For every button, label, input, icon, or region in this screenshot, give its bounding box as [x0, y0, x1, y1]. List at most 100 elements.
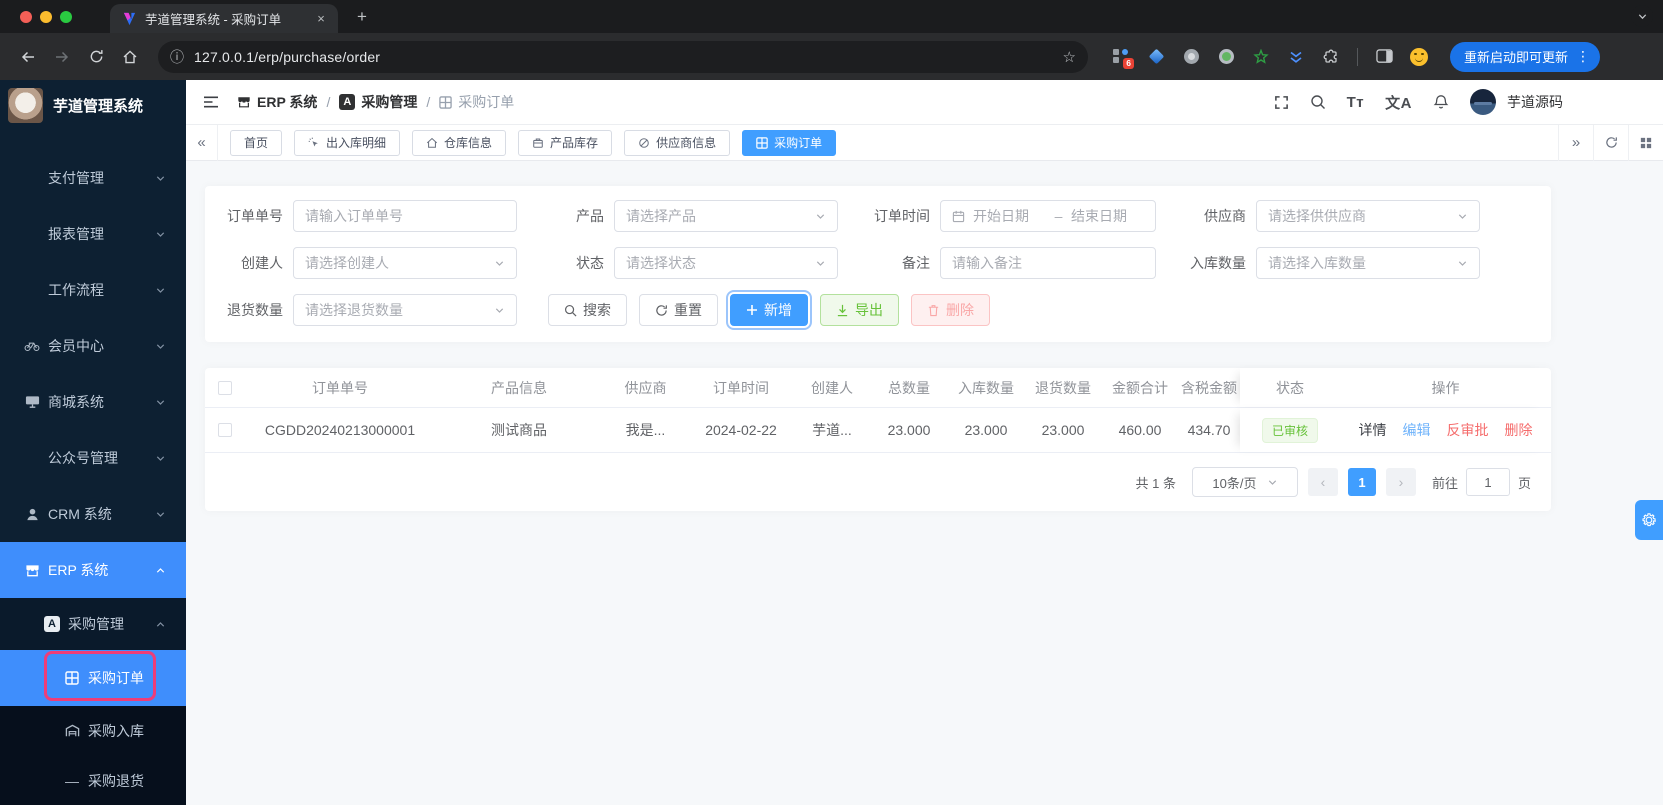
extension-star-icon[interactable]	[1252, 48, 1270, 66]
tab-stock-record[interactable]: 出入库明细	[294, 130, 400, 156]
extensions-puzzle-icon[interactable]	[1322, 48, 1340, 66]
extension-with-badge-icon[interactable]: 6	[1112, 48, 1130, 66]
extension-chevrons-icon[interactable]	[1287, 48, 1305, 66]
sidebar-item-erp[interactable]: ERP 系统	[0, 542, 186, 598]
tab-product-stock[interactable]: 产品库存	[518, 130, 612, 156]
layout-grid-icon[interactable]	[1628, 125, 1663, 161]
site-info-icon[interactable]: ⓘ	[170, 47, 184, 67]
sidebar-item-purchase-in[interactable]: 采购入库	[0, 706, 186, 756]
chrome-update-button[interactable]: 重新启动即可更新 ⋮	[1450, 42, 1600, 72]
bell-icon[interactable]	[1433, 94, 1449, 110]
tab-close-icon[interactable]: ×	[312, 10, 330, 28]
order-no-input[interactable]	[293, 200, 517, 232]
grid-icon	[439, 96, 452, 109]
tab-supplier[interactable]: 供应商信息	[624, 130, 730, 156]
detail-link[interactable]: 详情	[1359, 420, 1387, 440]
start-date-placeholder[interactable]: 开始日期	[973, 206, 1046, 226]
breadcrumb-purchase[interactable]: A 采购管理	[339, 92, 417, 112]
url-text[interactable]: 127.0.0.1/erp/purchase/order	[194, 49, 1063, 65]
font-size-icon[interactable]: Tт	[1347, 94, 1365, 111]
prev-page-icon[interactable]: ‹	[1308, 468, 1338, 496]
supplier-select[interactable]: 请选择供供应商	[1256, 200, 1480, 232]
sidebar-item-report[interactable]: 报表管理	[0, 206, 186, 262]
export-button[interactable]: 导出	[820, 294, 899, 326]
sidebar-item-member[interactable]: 会员中心	[0, 318, 186, 374]
remark-input[interactable]	[940, 247, 1156, 279]
window-minimize-button[interactable]	[40, 11, 52, 23]
page-number-active[interactable]: 1	[1348, 468, 1376, 496]
window-zoom-button[interactable]	[60, 11, 72, 23]
sidebar-item-mall[interactable]: 商城系统	[0, 374, 186, 430]
window-close-button[interactable]	[20, 11, 32, 23]
search-button[interactable]: 搜索	[548, 294, 627, 326]
search-icon[interactable]	[1310, 94, 1326, 110]
tab-home[interactable]: 首页	[230, 130, 282, 156]
tags-scroll-right-icon[interactable]: »	[1558, 125, 1593, 161]
tab-purchase-order[interactable]: 采购订单	[742, 130, 836, 156]
filter-label-remark: 备注	[848, 253, 930, 273]
add-button[interactable]: 新增	[730, 294, 808, 326]
profile-emoji-icon[interactable]	[1410, 48, 1428, 66]
user-avatar[interactable]	[1470, 89, 1496, 115]
chrome-menu-icon[interactable]: ⋮	[1576, 48, 1590, 65]
row-checkbox[interactable]	[218, 423, 232, 437]
order-time-range-picker[interactable]: 开始日期 – 结束日期	[940, 200, 1156, 232]
forward-icon[interactable]	[48, 43, 76, 71]
collapse-menu-icon[interactable]	[203, 95, 219, 109]
bookmark-star-icon[interactable]: ☆	[1063, 48, 1076, 66]
breadcrumb-erp[interactable]: ERP 系统	[237, 92, 317, 112]
sidebar-item-mp[interactable]: 公众号管理	[0, 430, 186, 486]
sidebar-logo-row[interactable]: 芋道管理系统	[0, 80, 186, 130]
extension-gray-icon[interactable]	[1182, 48, 1200, 66]
order-no-input-field[interactable]	[305, 208, 505, 224]
range-separator: –	[1046, 208, 1071, 224]
product-select[interactable]: 请选择产品	[614, 200, 838, 232]
search-icon	[564, 304, 577, 317]
username[interactable]: 芋道源码	[1507, 92, 1563, 112]
chevron-down-icon	[1457, 258, 1468, 269]
select-all-checkbox[interactable]	[218, 381, 232, 395]
chevron-down-icon	[1267, 477, 1278, 488]
locale-icon[interactable]: 文A	[1385, 92, 1412, 113]
unapprove-link[interactable]: 反审批	[1447, 420, 1489, 440]
back-icon[interactable]	[14, 43, 42, 71]
side-panel-icon[interactable]	[1375, 48, 1393, 66]
sidebar-item-purchase-return[interactable]: — 采购退货	[0, 756, 186, 805]
browser-tab[interactable]: 芋道管理系统 - 采购订单 ×	[110, 4, 338, 33]
next-page-icon[interactable]: ›	[1386, 468, 1416, 496]
store-icon	[237, 95, 251, 109]
sidebar-item-pay[interactable]: 支付管理	[0, 150, 186, 206]
fullscreen-icon[interactable]	[1274, 95, 1289, 110]
edit-link[interactable]: 编辑	[1403, 420, 1431, 440]
home-icon[interactable]	[116, 43, 144, 71]
end-date-placeholder[interactable]: 结束日期	[1071, 206, 1144, 226]
sidebar-item-crm[interactable]: CRM 系统	[0, 486, 186, 542]
refresh-page-icon[interactable]	[1593, 125, 1628, 161]
return-count-select[interactable]: 请选择退货数量	[293, 294, 517, 326]
sidebar-item-purchase[interactable]: A 采购管理	[0, 598, 186, 650]
tab-warehouse[interactable]: 仓库信息	[412, 130, 506, 156]
creator-select[interactable]: 请选择创建人	[293, 247, 517, 279]
status-select[interactable]: 请选择状态	[614, 247, 838, 279]
table-row[interactable]: CGDD20240213000001 测试商品 我是... 2024-02-22…	[205, 408, 1551, 453]
extension-green-icon[interactable]	[1217, 48, 1235, 66]
goto-page-input[interactable]	[1466, 468, 1510, 496]
delete-button[interactable]: 删除	[911, 294, 990, 326]
new-tab-button[interactable]: +	[350, 5, 374, 29]
remark-input-field[interactable]	[952, 255, 1144, 271]
delete-link[interactable]: 删除	[1505, 420, 1533, 440]
col-tax-price: 含税金额	[1178, 368, 1240, 407]
sidebar-item-workflow[interactable]: 工作流程	[0, 262, 186, 318]
tags-scroll-left-icon[interactable]: «	[186, 125, 218, 161]
in-count-select[interactable]: 请选择入库数量	[1256, 247, 1480, 279]
sidebar-item-purchase-order[interactable]: 采购订单	[0, 650, 186, 706]
settings-fab[interactable]	[1635, 500, 1663, 540]
url-bar[interactable]: ⓘ 127.0.0.1/erp/purchase/order ☆	[158, 41, 1088, 73]
chevron-down-icon	[1457, 211, 1468, 222]
reload-icon[interactable]	[82, 43, 110, 71]
page-size-select[interactable]: 10条/页	[1192, 467, 1298, 497]
extension-kite-icon[interactable]	[1147, 48, 1165, 66]
tab-search-button[interactable]	[1631, 5, 1653, 27]
reset-button[interactable]: 重置	[639, 294, 718, 326]
dash-icon: —	[64, 773, 80, 789]
